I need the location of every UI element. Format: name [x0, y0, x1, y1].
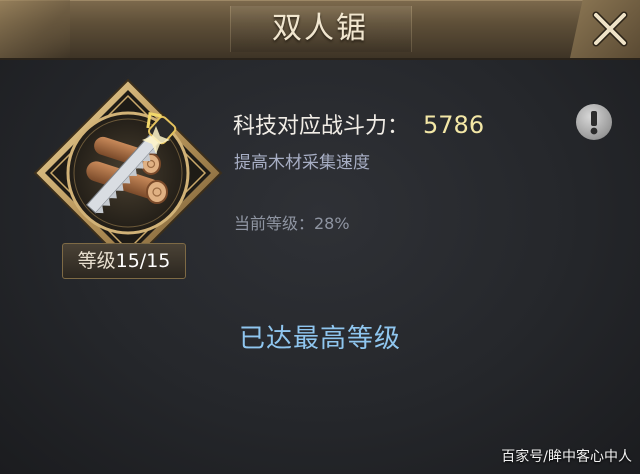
max-level-status: 已达最高等级: [0, 318, 640, 355]
dialog-title: 双人锯: [272, 11, 368, 46]
level-value: 15/15: [115, 250, 171, 272]
level-tag: 等级15/15: [62, 243, 186, 279]
exclamation-icon: [590, 111, 598, 135]
tech-badge: [33, 78, 223, 268]
title-bar: 双人锯: [0, 0, 640, 60]
info-button[interactable]: [576, 104, 612, 140]
current-level-text: 当前等级：28%: [234, 214, 350, 233]
tech-detail-dialog: 双人锯 等级15/15 科技对应战斗力： 5786 提高木材采集速度 当前等级：…: [0, 0, 640, 474]
power-row: 科技对应战斗力： 5786: [233, 108, 484, 142]
max-level-text: 已达最高等级: [238, 324, 401, 354]
power-label: 科技对应战斗力：: [233, 114, 410, 139]
tech-description: 提高木材采集速度: [234, 153, 370, 173]
watermark: 百家号/眸中客心中人: [501, 449, 632, 465]
close-icon: [592, 11, 628, 47]
power-value: 5786: [423, 111, 485, 139]
level-prefix: 等级: [77, 250, 116, 272]
saw-and-logs-icon: [33, 78, 223, 268]
